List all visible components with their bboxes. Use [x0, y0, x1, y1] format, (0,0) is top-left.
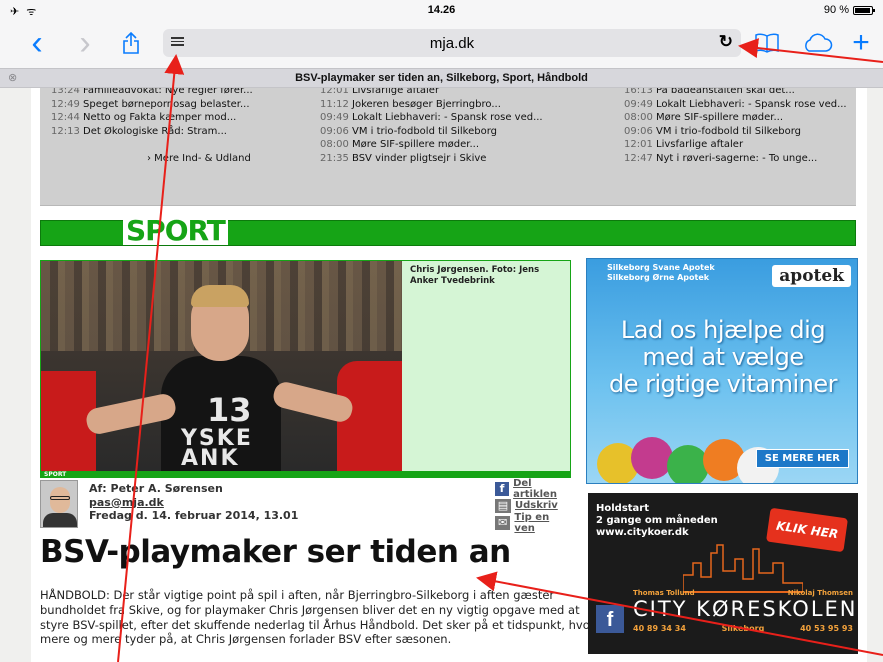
book-icon: [755, 33, 779, 53]
photo-caption: Chris Jørgensen. Foto: Jens Anker Tvedeb…: [410, 265, 540, 286]
news-item[interactable]: 09:49 Lokalt Liebhaveri: - Spansk rose v…: [624, 98, 847, 112]
news-item[interactable]: 11:12 Jokeren besøger Bjerringbro...: [320, 98, 543, 112]
ad-phones: 40 89 34 34 Silkeborg 40 53 95 93: [633, 624, 853, 633]
news-column-1: 13:24 Familieadvokat: Nye regler fører..…: [51, 88, 253, 166]
article-lead: HÅNDBOLD: Der står vigtige point på spil…: [40, 588, 595, 647]
section-header: SPORT: [40, 215, 856, 247]
news-item[interactable]: 12:01 Livsfarlige aftaler: [320, 88, 543, 98]
battery-indicator: 90 %: [823, 4, 875, 16]
share-button[interactable]: [116, 28, 146, 58]
news-item[interactable]: 21:35 BSV vinder pligtsejr i Skive: [320, 152, 543, 166]
address-bar[interactable]: mja.dk ↻: [163, 29, 741, 57]
ad-instructor-names: Thomas Tollund Nikolaj Thomsen: [633, 589, 853, 597]
page-content: 13:24 Familieadvokat: Nye regler fører..…: [31, 88, 867, 662]
news-item[interactable]: 12:47 Nyt i røveri-sagerne: - To unge...: [624, 152, 847, 166]
reload-button[interactable]: ↻: [719, 32, 733, 52]
jersey-text: YSKE ANK: [181, 426, 253, 471]
article-photo-block: 13 YSKE ANK Chris Jørgensen. Foto: Jens …: [40, 260, 571, 478]
news-item[interactable]: 12:13 Det Økologiske Råd: Stram...: [51, 125, 253, 139]
back-button[interactable]: ‹: [22, 26, 52, 60]
author-name: Af: Peter A. Sørensen: [89, 482, 223, 495]
envelope-icon: ✉: [495, 515, 511, 530]
ad-brand: CITY KØRESKOLEN: [633, 597, 858, 621]
tab-strip: ⊗ BSV-playmaker ser tiden an, Silkeborg,…: [0, 68, 883, 88]
cloud-icon: [805, 33, 833, 52]
news-item[interactable]: 13:24 Familieadvokat: Nye regler fører..…: [51, 88, 253, 98]
koreskole-advert[interactable]: Holdstart 2 gange om måneden www.citykoe…: [588, 493, 858, 654]
news-item[interactable]: 12:01 Livsfarlige aftaler: [624, 138, 847, 152]
article-byline: Af: Peter A. Sørensen pas@mja.dk Fredag …: [40, 478, 571, 534]
facebook-icon: f: [495, 481, 510, 496]
battery-percent: 90 %: [823, 4, 849, 16]
article-photo[interactable]: 13 YSKE ANK: [41, 261, 402, 471]
share-tools: f Del artiklen ▤ Udskriv ✉ Tip en ven: [495, 478, 571, 534]
article-headline: BSV-playmaker ser tiden an: [40, 534, 511, 570]
tab-title[interactable]: BSV-playmaker ser tiden an, Silkeborg, S…: [0, 72, 883, 84]
ad-slogan: Lad os hjælpe dig med at vælge de rigtig…: [609, 316, 837, 398]
jersey-number: 13: [207, 391, 252, 429]
apotek-advert[interactable]: Silkeborg Svane Apotek Silkeborg Ørne Ap…: [586, 258, 858, 484]
share-facebook[interactable]: f Del artiklen: [495, 478, 571, 500]
battery-icon: [853, 5, 875, 15]
new-tab-button[interactable]: +: [846, 28, 876, 58]
news-item[interactable]: 12:49 Speget børnepornosag belaster...: [51, 98, 253, 112]
facebook-icon[interactable]: f: [596, 605, 624, 633]
news-column-2: 12:01 Livsfarlige aftaler 11:12 Jokeren …: [320, 88, 543, 166]
author-avatar: [40, 480, 78, 528]
icloud-tabs-button[interactable]: [800, 28, 834, 58]
news-item[interactable]: 08:00 Møre SIF-spillere møder...: [624, 111, 847, 125]
author-email-link[interactable]: pas@mja.dk: [89, 496, 298, 510]
news-column-3: 16:13 På badeanstalten skal det... 09:49…: [624, 88, 847, 166]
share-icon: [123, 31, 139, 54]
status-bar: ✈ ᯤ 14.26 90 %: [0, 0, 883, 20]
news-item[interactable]: 09:06 VM i trio-fodbold til Silkeborg: [320, 125, 543, 139]
url-text: mja.dk: [429, 35, 475, 52]
news-item[interactable]: 09:06 VM i trio-fodbold til Silkeborg: [624, 125, 847, 139]
more-news-link[interactable]: › Mere Ind- & Udland: [51, 152, 253, 166]
byline-info: Af: Peter A. Sørensen pas@mja.dk Fredag …: [89, 482, 298, 523]
publish-date: Fredag d. 14. februar 2014, 13.01: [89, 509, 299, 522]
web-page: 13:24 Familieadvokat: Nye regler fører..…: [0, 88, 883, 662]
news-item[interactable]: 09:49 Lokalt Liebhaveri: - Spansk rose v…: [320, 111, 543, 125]
news-item[interactable]: 16:13 På badeanstalten skal det...: [624, 88, 847, 98]
news-item[interactable]: 12:44 Netto og Fakta kæmper mod...: [51, 111, 253, 125]
photo-section-tag: SPORT: [41, 471, 570, 478]
tip-friend-link[interactable]: ✉ Tip en ven: [495, 512, 571, 534]
status-time: 14.26: [427, 4, 456, 16]
section-title[interactable]: SPORT: [123, 215, 228, 247]
ad-brand-lines: Silkeborg Svane Apotek Silkeborg Ørne Ap…: [607, 263, 715, 282]
ad-cta-button[interactable]: SE MERE HER: [755, 449, 849, 468]
browser-toolbar: ‹ › mja.dk ↻ +: [0, 20, 883, 68]
bookmarks-button[interactable]: [752, 28, 782, 58]
printer-icon: ▤: [495, 498, 511, 513]
forward-button[interactable]: ›: [70, 26, 100, 60]
apotek-logo: apotek: [772, 265, 851, 287]
news-item[interactable]: 08:00 Møre SIF-spillere møder...: [320, 138, 543, 152]
news-ticker: 13:24 Familieadvokat: Nye regler fører..…: [40, 88, 856, 206]
